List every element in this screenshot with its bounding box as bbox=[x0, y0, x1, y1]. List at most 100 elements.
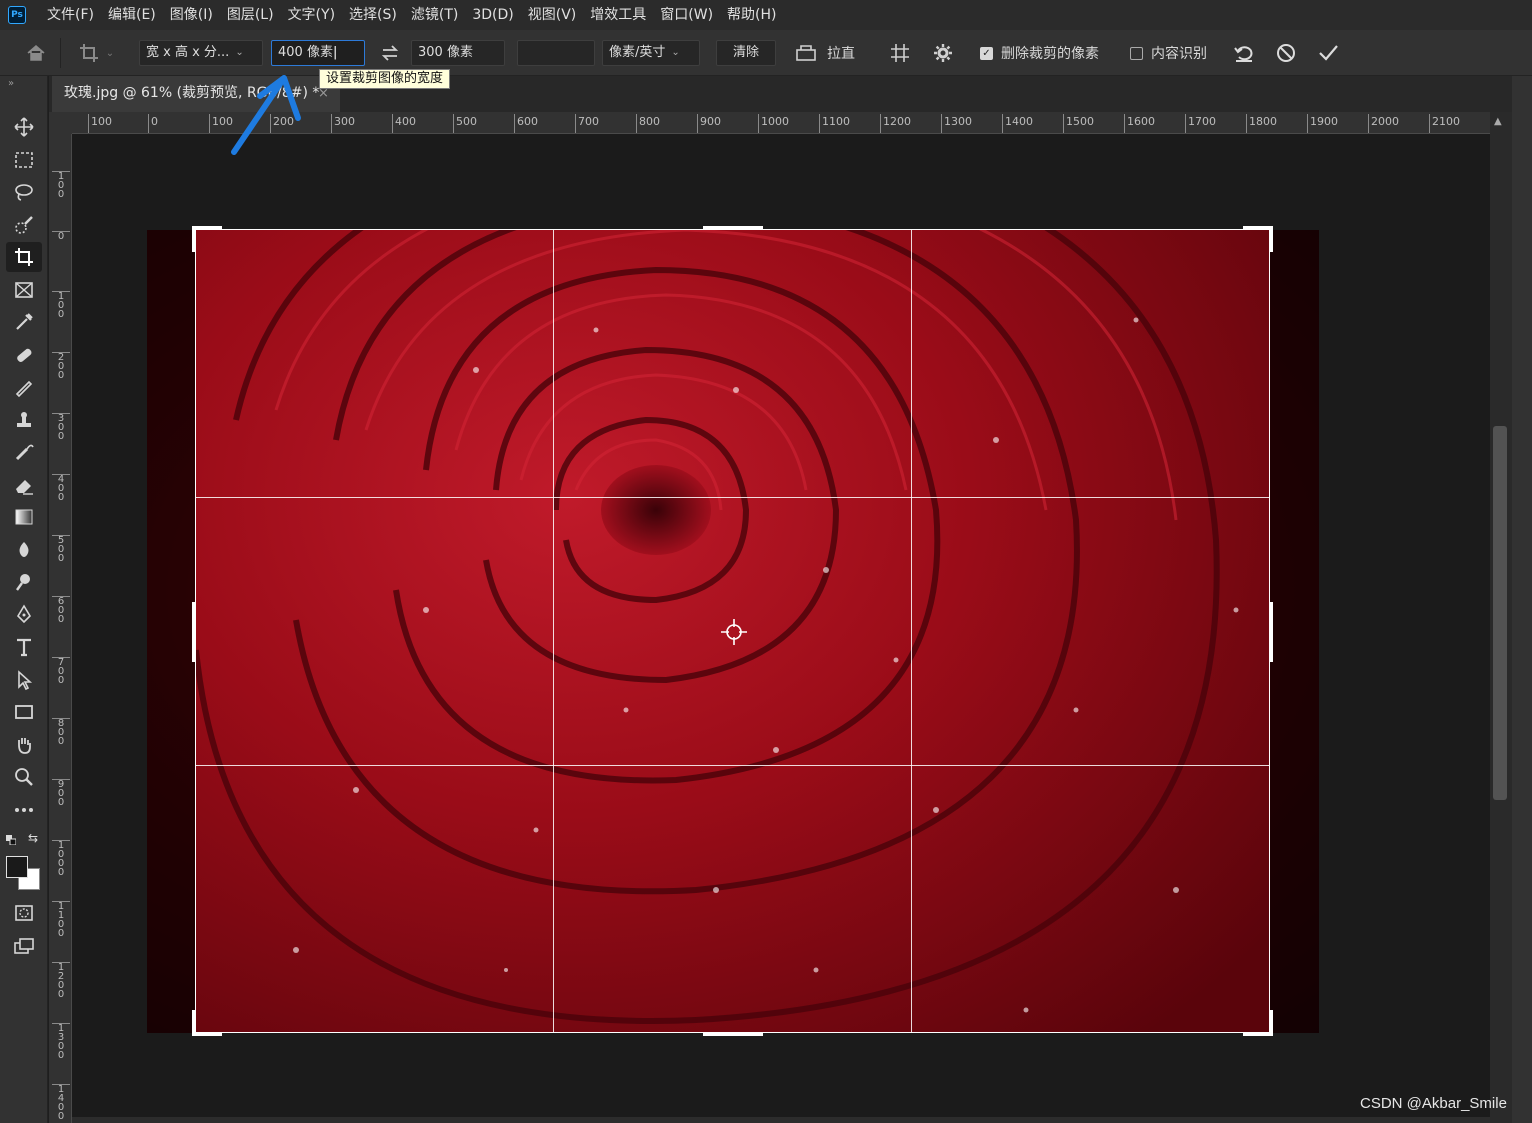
eyedropper-tool-icon[interactable] bbox=[6, 307, 42, 337]
menu-view[interactable]: 视图(V) bbox=[521, 0, 584, 30]
type-tool-icon[interactable] bbox=[6, 632, 42, 662]
ruler-tick-label: 1200 bbox=[880, 114, 911, 133]
divider bbox=[60, 38, 61, 68]
menu-plugins[interactable]: 增效工具 bbox=[583, 0, 653, 30]
crop-handle-left[interactable] bbox=[192, 602, 196, 662]
expand-panel-icon[interactable]: » bbox=[8, 78, 14, 89]
foreground-color-swatch[interactable] bbox=[6, 856, 28, 878]
straighten-button[interactable]: 拉直 bbox=[793, 40, 855, 66]
crop-center-crosshair-icon[interactable] bbox=[720, 618, 748, 646]
zoom-tool-icon[interactable] bbox=[6, 762, 42, 792]
crop-handle-bottom-right[interactable] bbox=[1269, 1010, 1273, 1036]
dodge-tool-icon[interactable] bbox=[6, 567, 42, 597]
gradient-tool-icon[interactable] bbox=[6, 502, 42, 532]
ruler-tick-label: 300 bbox=[331, 114, 355, 133]
scroll-up-icon[interactable]: ▲ bbox=[1494, 116, 1502, 127]
crop-tool-preset-icon[interactable]: ⌄ bbox=[74, 40, 118, 66]
menu-select[interactable]: 选择(S) bbox=[342, 0, 404, 30]
menu-image[interactable]: 图像(I) bbox=[163, 0, 220, 30]
clone-stamp-tool-icon[interactable] bbox=[6, 405, 42, 435]
crop-height-input[interactable]: 300 像素 bbox=[411, 40, 505, 66]
move-tool-icon[interactable] bbox=[6, 112, 42, 142]
crop-width-input[interactable]: 400 像素 | bbox=[271, 40, 365, 66]
eraser-tool-icon[interactable] bbox=[6, 470, 42, 500]
ruler-tick-label: 400 bbox=[392, 114, 416, 133]
crop-handle-top-right[interactable] bbox=[1269, 226, 1273, 252]
path-selection-tool-icon[interactable] bbox=[6, 665, 42, 695]
home-icon[interactable] bbox=[22, 40, 50, 66]
frame-tool-icon[interactable] bbox=[6, 275, 42, 305]
crop-handle-bottom[interactable] bbox=[703, 1032, 763, 1036]
cancel-icon[interactable] bbox=[1272, 40, 1300, 66]
menu-file[interactable]: 文件(F) bbox=[40, 0, 101, 30]
blur-tool-icon[interactable] bbox=[6, 535, 42, 565]
gear-icon[interactable] bbox=[929, 40, 957, 66]
crop-grid-line bbox=[553, 230, 554, 1032]
healing-brush-tool-icon[interactable] bbox=[6, 340, 42, 370]
brush-tool-icon[interactable] bbox=[6, 372, 42, 402]
reset-crop-icon[interactable] bbox=[1230, 40, 1258, 66]
crop-handle-top-left[interactable] bbox=[192, 226, 222, 230]
ruler-tick-label: 1600 bbox=[1124, 114, 1155, 133]
pen-tool-icon[interactable] bbox=[6, 600, 42, 630]
ruler-tick-label: 5 0 0 bbox=[52, 535, 70, 564]
ruler-tick-label: 6 0 0 bbox=[52, 596, 70, 625]
resolution-input[interactable] bbox=[517, 40, 595, 66]
ruler-tick-label: 1 0 0 bbox=[52, 291, 70, 320]
swap-colors-icon[interactable]: ⇆ bbox=[28, 831, 38, 845]
delete-cropped-pixels-checkbox[interactable]: ✓ 删除裁剪的像素 bbox=[980, 40, 1099, 66]
horizontal-scrollbar[interactable] bbox=[72, 1117, 1490, 1123]
chevron-down-icon: ⌄ bbox=[671, 47, 680, 58]
checkmark-icon: ✓ bbox=[980, 46, 993, 60]
crop-grid-line bbox=[196, 765, 1269, 766]
quick-selection-tool-icon[interactable] bbox=[6, 210, 42, 240]
quick-mask-icon[interactable] bbox=[6, 898, 42, 928]
text-caret: | bbox=[332, 45, 338, 60]
vertical-ruler[interactable]: 1 0 0 0 1 0 0 2 0 0 3 0 0 4 0 0 5 0 0 6 0 0 7 0 … bbox=[49, 134, 72, 1123]
menu-type[interactable]: 文字(Y) bbox=[281, 0, 342, 30]
marquee-tool-icon[interactable] bbox=[6, 145, 42, 175]
crop-handle-top[interactable] bbox=[703, 226, 763, 230]
lasso-tool-icon[interactable] bbox=[6, 177, 42, 207]
commit-check-icon[interactable] bbox=[1314, 40, 1342, 66]
default-colors-icon[interactable] bbox=[6, 833, 17, 846]
history-brush-tool-icon[interactable] bbox=[6, 437, 42, 467]
ruler-tick-label: 1 0 0 0 bbox=[52, 840, 70, 878]
ruler-tick-label: 800 bbox=[636, 114, 660, 133]
menu-window[interactable]: 窗口(W) bbox=[653, 0, 720, 30]
hand-tool-icon[interactable] bbox=[6, 730, 42, 760]
crop-handle-bottom-left[interactable] bbox=[192, 1010, 196, 1036]
resolution-unit-select[interactable]: 像素/英寸 ⌄ bbox=[602, 40, 700, 66]
crop-handle-bottom-left[interactable] bbox=[192, 1032, 222, 1036]
aspect-ratio-select[interactable]: 宽 x 高 x 分... ⌄ bbox=[139, 40, 263, 66]
swap-dimensions-icon[interactable] bbox=[378, 40, 402, 66]
ruler-tick-label: 1 4 0 0 bbox=[52, 1084, 70, 1122]
overlay-grid-icon[interactable] bbox=[886, 40, 914, 66]
menu-help[interactable]: 帮助(H) bbox=[720, 0, 783, 30]
ruler-origin[interactable] bbox=[49, 112, 72, 134]
content-aware-checkbox[interactable]: 内容识别 bbox=[1130, 40, 1207, 66]
ruler-tick-label: 2100 bbox=[1429, 114, 1460, 133]
screen-mode-icon[interactable] bbox=[6, 931, 42, 961]
crop-handle-top-left[interactable] bbox=[192, 226, 196, 252]
ruler-tick-label: 1 1 0 0 bbox=[52, 901, 70, 939]
menu-3d[interactable]: 3D(D) bbox=[465, 0, 520, 30]
right-panel-dock[interactable] bbox=[1512, 76, 1532, 1123]
more-tools-icon[interactable] bbox=[6, 795, 42, 825]
ruler-tick-label: 3 0 0 bbox=[52, 413, 70, 442]
photoshop-logo[interactable]: Ps bbox=[8, 6, 26, 24]
ruler-tick-label: 1500 bbox=[1063, 114, 1094, 133]
ruler-tick-label: 0 bbox=[148, 114, 158, 133]
crop-tool-icon[interactable] bbox=[6, 242, 42, 272]
menu-filter[interactable]: 滤镜(T) bbox=[404, 0, 465, 30]
menu-layer[interactable]: 图层(L) bbox=[220, 0, 281, 30]
ruler-tick-label: 100 bbox=[88, 114, 112, 133]
color-swatches[interactable] bbox=[6, 856, 42, 892]
clear-button[interactable]: 清除 bbox=[716, 40, 776, 66]
menu-edit[interactable]: 编辑(E) bbox=[101, 0, 163, 30]
crop-handle-right[interactable] bbox=[1269, 602, 1273, 662]
annotation-arrow bbox=[231, 75, 301, 155]
scrollbar-thumb[interactable] bbox=[1493, 426, 1507, 800]
crop-width-value: 400 像素 bbox=[278, 45, 333, 60]
rectangle-tool-icon[interactable] bbox=[6, 697, 42, 727]
